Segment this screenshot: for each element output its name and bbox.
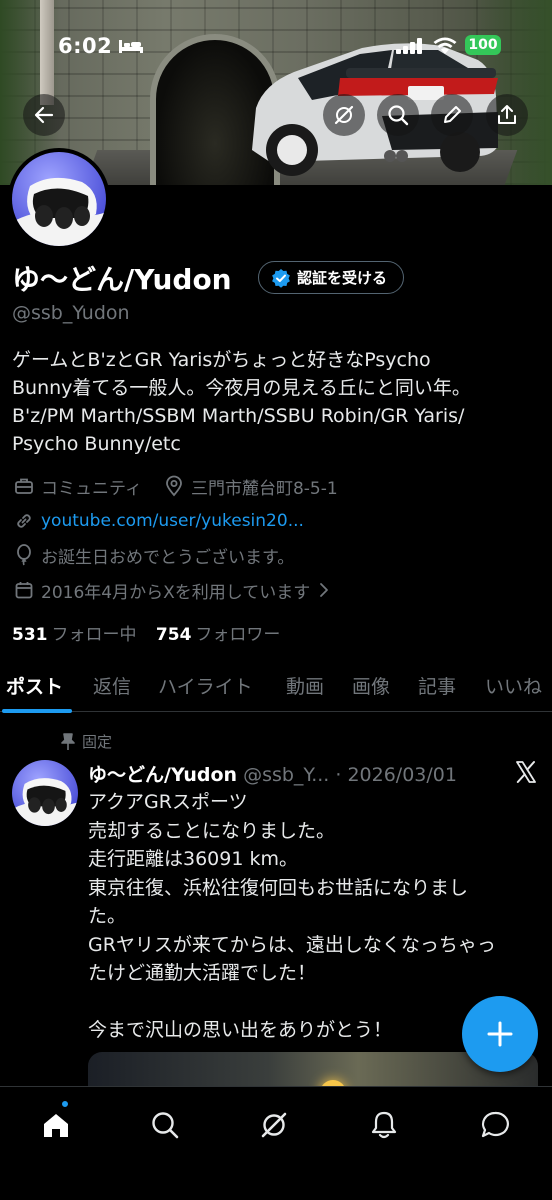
bio-line: B'z/PM Marth/SSBM Marth/SSBU Robin/GR Ya…: [12, 405, 465, 427]
profile-category: コミュニティ: [41, 478, 142, 499]
nav-grok[interactable]: [254, 1105, 294, 1145]
balloon-icon: [12, 543, 36, 567]
status-time: 6:02: [58, 34, 113, 58]
post-line: 売却することになりました。: [88, 819, 336, 842]
notifications-icon: [371, 1111, 397, 1139]
x-logo-icon: [516, 761, 536, 783]
tab-posts[interactable]: ポスト: [6, 672, 63, 699]
share-icon: [498, 105, 516, 124]
search-icon: [152, 1112, 179, 1139]
following-label: フォロー中: [51, 625, 137, 645]
bio-line: Bunny着てる一般人。今夜月の見える丘にと同い年。: [12, 377, 471, 399]
profile-joined: 2016年4月からXを利用しています: [41, 582, 311, 603]
calendar-icon: [12, 578, 36, 602]
home-icon: [44, 1114, 68, 1137]
compose-post-button[interactable]: [462, 996, 538, 1072]
profile-birthday: お誕生日おめでとうございます。: [41, 547, 295, 568]
bio-line: Psycho Bunny/etc: [12, 433, 181, 455]
briefcase-icon: [12, 474, 36, 498]
back-arrow-icon: [34, 106, 54, 124]
status-bar: 6:02 100: [0, 30, 552, 60]
follow-stats: 531 フォロー中 754 フォロワー: [12, 620, 280, 645]
grok-button[interactable]: [323, 94, 365, 136]
grok-icon: [334, 105, 354, 125]
post-line: アクアGRスポーツ: [88, 791, 248, 813]
post-author-avatar[interactable]: [12, 760, 78, 826]
tab-highlights[interactable]: ハイライト: [158, 672, 253, 699]
followers-stat[interactable]: 754 フォロワー: [156, 625, 281, 645]
followers-count: 754: [155, 625, 192, 645]
sleep-focus-icon: [119, 40, 143, 53]
share-button[interactable]: [486, 94, 528, 136]
post-author-name[interactable]: ゆ〜どん/Yudon: [88, 764, 237, 786]
avatar-image: [12, 760, 78, 826]
following-stat[interactable]: 531 フォロー中: [12, 625, 137, 645]
edit-icon: [444, 106, 461, 123]
home-notification-dot: [60, 1099, 70, 1109]
profile-avatar[interactable]: [8, 148, 110, 250]
post-text: アクアGRスポーツ 売却することになりました。 走行距離は36091 km。 東…: [88, 788, 528, 1045]
tab-likes[interactable]: いいね: [485, 672, 542, 699]
profile-category-row: コミュニティ 三門市麓台町8-5-1: [12, 473, 338, 499]
post-header: ゆ〜どん/Yudon @ssb_Y... · 2026/03/01: [88, 760, 457, 787]
edit-button[interactable]: [431, 94, 473, 136]
profile-joined-row[interactable]: 2016年4月からXを利用しています: [12, 577, 341, 603]
profile-bio: ゲームとB'zとGR Yarisがちょっと好きなPsycho Bunny着てる一…: [12, 346, 542, 458]
post-line: 東京往復、浜松往復何回もお世話になりまし: [88, 876, 469, 899]
messages-icon: [481, 1111, 509, 1138]
bottom-navigation: [0, 1086, 552, 1200]
nav-messages[interactable]: [475, 1105, 515, 1145]
profile-tabs: ポスト 返信 ハイライト 動画 画像 記事 いいね: [0, 664, 552, 712]
search-icon: [388, 105, 409, 126]
following-count: 531: [12, 625, 48, 645]
pinned-indicator: 固定: [60, 731, 112, 752]
battery-indicator: 100: [465, 35, 501, 55]
post-date[interactable]: · 2026/03/01: [335, 764, 457, 786]
post-line: [88, 988, 528, 1017]
post-line: 走行距離は36091 km。: [88, 848, 298, 870]
tab-replies[interactable]: 返信: [93, 672, 131, 699]
post-author-handle[interactable]: @ssb_Y...: [243, 764, 329, 786]
profile-name: ゆ〜どん/Yudon: [12, 263, 232, 296]
grok-icon: [261, 1112, 287, 1138]
profile-website-link[interactable]: youtube.com/user/yukesin20...: [41, 511, 304, 531]
chevron-right-icon: [312, 578, 336, 602]
active-tab-indicator: [2, 709, 72, 713]
profile-handle: @ssb_Yudon: [12, 302, 130, 324]
get-verified-label: 認証を受ける: [297, 269, 388, 287]
nav-search[interactable]: [145, 1105, 185, 1145]
back-button[interactable]: [23, 94, 65, 136]
profile-website-row[interactable]: youtube.com/user/yukesin20...: [12, 508, 304, 534]
nav-home[interactable]: [36, 1105, 76, 1145]
tab-media[interactable]: 画像: [352, 672, 390, 699]
plus-icon: [487, 1021, 513, 1047]
nav-notifications[interactable]: [364, 1105, 404, 1145]
wifi-icon: [433, 37, 457, 54]
post-line: た。: [88, 905, 127, 927]
post-line: GRヤリスが来てからは、遠出しなくなっちゃっ: [88, 933, 496, 956]
tab-articles[interactable]: 記事: [418, 672, 456, 699]
tab-videos[interactable]: 動画: [286, 672, 324, 699]
pin-icon: [61, 732, 75, 750]
profile-birthday-row: お誕生日おめでとうございます。: [12, 542, 294, 568]
location-pin-icon: [162, 474, 186, 498]
link-icon: [12, 509, 36, 533]
bio-line: ゲームとB'zとGR Yarisがちょっと好きなPsycho: [12, 349, 431, 371]
verified-badge-icon: [272, 268, 290, 288]
post-line: たけど通勤大活躍でした！: [88, 962, 317, 984]
pinned-label: 固定: [82, 733, 113, 751]
followers-label: フォロワー: [195, 625, 281, 645]
search-button[interactable]: [377, 94, 419, 136]
get-verified-button[interactable]: 認証を受ける: [258, 261, 405, 294]
profile-location: 三門市麓台町8-5-1: [190, 478, 338, 499]
cellular-signal-icon: [396, 38, 422, 54]
avatar-image: [12, 152, 106, 246]
